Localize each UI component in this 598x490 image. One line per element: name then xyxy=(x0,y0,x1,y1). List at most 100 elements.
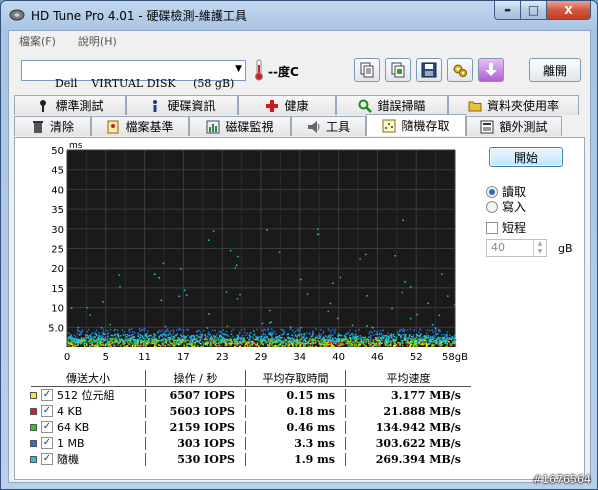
data-point xyxy=(395,338,397,341)
data-point xyxy=(162,342,165,345)
data-point xyxy=(398,330,401,333)
data-point xyxy=(133,339,135,342)
data-point xyxy=(406,329,409,331)
data-point xyxy=(230,340,232,342)
menu-help[interactable]: 說明(H) xyxy=(78,33,117,49)
data-point xyxy=(307,341,309,343)
data-point xyxy=(187,343,189,345)
title-bar[interactable]: HD Tune Pro 4.01 - 硬碟檢測-維護工具 ▬ □ X xyxy=(1,1,597,29)
data-point xyxy=(113,344,115,347)
data-point xyxy=(109,338,111,340)
data-point xyxy=(448,337,451,340)
chevron-up-icon[interactable]: ▲ xyxy=(538,240,543,248)
tab-label: 健康 xyxy=(284,99,309,113)
data-point xyxy=(182,339,184,341)
outlier-point xyxy=(434,327,437,329)
data-point xyxy=(255,344,257,346)
data-point xyxy=(311,335,313,337)
short-stroke-spinner[interactable]: 40 ▲ ▼ xyxy=(486,239,547,257)
data-point xyxy=(390,336,393,339)
data-point xyxy=(136,344,138,347)
data-point xyxy=(100,344,102,346)
data-point xyxy=(347,332,350,335)
save-icon xyxy=(421,62,437,78)
data-point xyxy=(126,336,128,338)
start-button[interactable]: 開始 xyxy=(489,147,563,167)
series-checkbox[interactable]: ✓ xyxy=(41,421,53,433)
row-access-time: 0.15 ms xyxy=(245,388,345,402)
data-point xyxy=(266,341,269,343)
data-point xyxy=(409,337,412,340)
tab-benchmark[interactable]: 標準測試 xyxy=(14,95,126,115)
series-checkbox[interactable]: ✓ xyxy=(41,453,53,465)
data-point xyxy=(320,334,322,336)
data-point xyxy=(281,336,283,339)
exit-button[interactable]: 離開 xyxy=(529,58,581,82)
data-point xyxy=(94,340,96,343)
data-point xyxy=(281,340,284,343)
data-point xyxy=(164,331,167,334)
drive-select[interactable]: Dell VIRTUAL DISK (58 gB) ▼ xyxy=(21,60,246,90)
copy-text-button[interactable] xyxy=(354,58,380,82)
tab-random-access[interactable]: 隨機存取 xyxy=(366,114,466,136)
data-point xyxy=(220,331,222,333)
data-point xyxy=(393,342,395,345)
data-point xyxy=(412,334,415,336)
spinner-arrows[interactable]: ▲ ▼ xyxy=(533,240,546,256)
data-point xyxy=(385,339,387,341)
tab-health[interactable]: 健康 xyxy=(238,95,336,115)
data-point xyxy=(358,342,361,344)
data-point xyxy=(315,328,317,330)
data-point xyxy=(224,339,226,341)
data-point xyxy=(177,328,180,331)
data-point xyxy=(372,338,375,341)
data-point xyxy=(281,342,284,345)
read-radio[interactable] xyxy=(486,185,498,198)
data-point xyxy=(244,345,246,348)
data-point xyxy=(170,335,172,338)
data-point xyxy=(262,333,265,335)
download-button[interactable] xyxy=(478,58,504,82)
tab-tools[interactable]: 工具 xyxy=(291,116,366,136)
data-point xyxy=(86,344,88,347)
data-point xyxy=(146,335,148,338)
data-point xyxy=(280,328,283,331)
tab-extra-tests[interactable]: 額外測試 xyxy=(466,116,562,136)
tab-disk-info[interactable]: 硬碟資訊 xyxy=(126,95,238,115)
save-button[interactable] xyxy=(416,58,442,82)
write-radio[interactable] xyxy=(486,200,498,213)
options-button[interactable] xyxy=(447,58,473,82)
y-tick-label: 15 xyxy=(51,284,64,295)
data-point xyxy=(301,343,303,345)
data-point xyxy=(145,335,147,337)
data-point xyxy=(286,340,289,343)
data-point xyxy=(322,340,325,343)
tab-disk-monitor[interactable]: 磁碟監視 xyxy=(189,116,291,136)
series-checkbox[interactable]: ✓ xyxy=(41,389,53,401)
data-point xyxy=(329,336,332,339)
data-point xyxy=(345,333,348,335)
data-point xyxy=(280,341,283,343)
data-point xyxy=(428,340,430,342)
close-button[interactable]: X xyxy=(547,1,591,20)
data-point xyxy=(268,333,270,335)
tab-erase[interactable]: 清除 xyxy=(14,116,91,136)
series-checkbox[interactable]: ✓ xyxy=(41,437,53,449)
outlier-point xyxy=(454,304,456,306)
series-checkbox[interactable]: ✓ xyxy=(41,405,53,417)
data-point xyxy=(290,337,292,340)
copy-screenshot-button[interactable] xyxy=(385,58,411,82)
chevron-down-icon[interactable]: ▼ xyxy=(538,248,543,256)
tab-folder-usage[interactable]: 資料夾使用率 xyxy=(448,95,579,115)
tab-file-benchmark[interactable]: 檔案基準 xyxy=(91,116,189,136)
maximize-button[interactable]: □ xyxy=(521,1,547,20)
short-stroke-row[interactable]: 短程 xyxy=(486,219,526,236)
data-point xyxy=(87,335,90,337)
write-radio-row[interactable]: 寫入 xyxy=(486,198,526,215)
minimize-button[interactable]: ▬ xyxy=(494,1,521,20)
menu-file[interactable]: 檔案(F) xyxy=(19,33,56,49)
tab-error-scan[interactable]: 錯誤掃瞄 xyxy=(336,95,448,115)
short-stroke-checkbox[interactable] xyxy=(486,221,498,234)
data-point xyxy=(166,330,169,332)
data-point xyxy=(191,335,193,337)
